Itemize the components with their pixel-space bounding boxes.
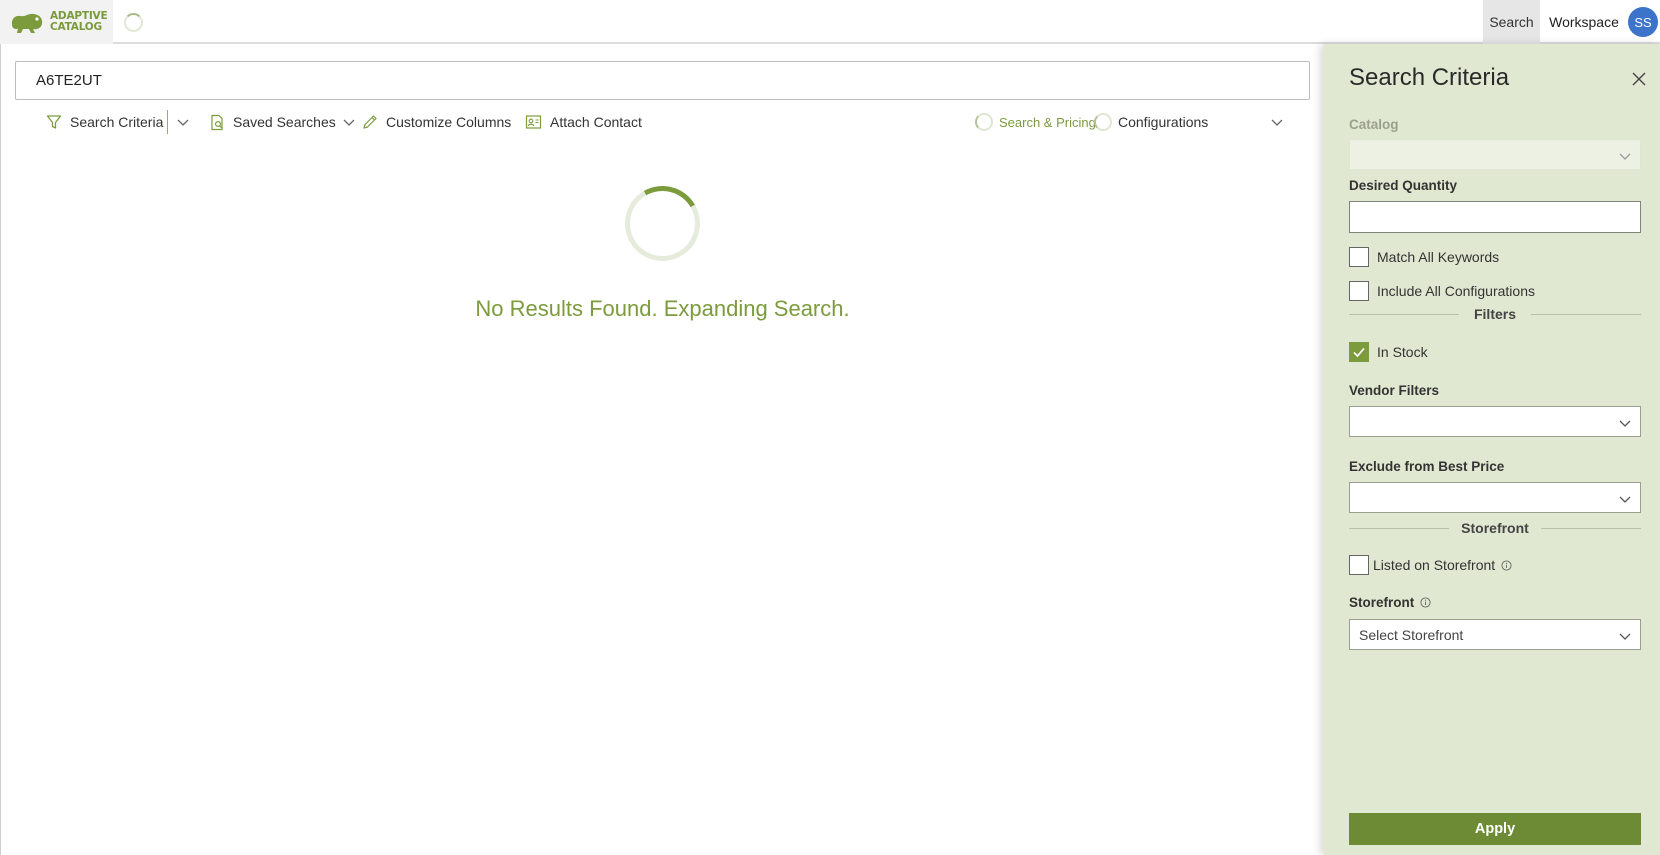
chevron-down-icon	[1619, 153, 1631, 160]
logo-line-2: CATALOG	[50, 21, 102, 33]
checkmark-icon	[1353, 347, 1365, 358]
toolbar-divider	[167, 110, 168, 134]
vendor-filters-label: Vendor Filters	[1349, 383, 1440, 398]
include-all-configurations-checkbox[interactable]	[1349, 281, 1369, 301]
pencil-icon	[363, 115, 377, 129]
search-pricing-label: Search & Pricing	[999, 114, 1096, 130]
include-all-configurations-option[interactable]: Include All Configurations	[1349, 281, 1535, 301]
close-icon	[1632, 72, 1646, 86]
results-status-message: No Results Found. Expanding Search.	[475, 296, 850, 321]
storefront-placeholder: Select Storefront	[1359, 626, 1464, 643]
storefront-select[interactable]: Select Storefront	[1349, 619, 1641, 650]
in-stock-label: In Stock	[1377, 344, 1428, 360]
saved-search-icon	[211, 114, 223, 130]
filters-section-title: Filters	[1473, 306, 1516, 322]
chevron-down-icon	[343, 119, 355, 126]
nav-search[interactable]: Search	[1483, 0, 1540, 44]
customize-columns-button[interactable]: Customize Columns	[362, 108, 511, 136]
listed-on-storefront-label: Listed on Storefront	[1373, 557, 1496, 573]
close-panel-button[interactable]	[1628, 68, 1650, 90]
storefront-section-header: Storefront	[1349, 520, 1641, 536]
search-criteria-button[interactable]: Search Criteria	[46, 108, 163, 136]
loading-spinner-icon	[975, 113, 993, 131]
in-stock-option[interactable]: In Stock	[1349, 342, 1428, 362]
nav-workspace[interactable]: Workspace	[1544, 0, 1624, 44]
results-loading-spinner-icon	[616, 177, 709, 270]
search-criteria-panel: Search Criteria Catalog Desired Quantity…	[1324, 44, 1660, 855]
search-toolbar: Search Criteria Saved Searches Customize…	[0, 108, 1310, 136]
app-logo[interactable]: ADAPTIVE CATALOG	[0, 0, 113, 44]
left-border	[0, 44, 1, 855]
exclude-best-price-dropdown[interactable]	[1349, 482, 1641, 513]
chevron-down-icon	[1271, 119, 1283, 126]
panel-title: Search Criteria	[1349, 64, 1510, 91]
attach-contact-label: Attach Contact	[550, 114, 642, 130]
chevron-down-icon	[1619, 420, 1631, 427]
info-icon[interactable]	[1501, 559, 1512, 571]
search-pricing-status[interactable]: Search & Pricing	[975, 108, 1096, 136]
match-all-keywords-checkbox[interactable]	[1349, 247, 1369, 267]
in-stock-checkbox[interactable]	[1349, 342, 1369, 362]
vendor-filters-dropdown[interactable]	[1349, 406, 1641, 437]
exclude-best-price-label: Exclude from Best Price	[1349, 459, 1505, 474]
chevron-down-icon	[1619, 633, 1631, 640]
top-bar: ADAPTIVE CATALOG Search Workspace SS	[0, 0, 1660, 44]
filters-section-header: Filters	[1349, 306, 1641, 322]
info-icon[interactable]	[1420, 597, 1431, 608]
catalog-label: Catalog	[1349, 117, 1399, 132]
saved-searches-button[interactable]: Saved Searches	[209, 108, 356, 136]
storefront-section-title: Storefront	[1461, 520, 1529, 536]
configurations-status[interactable]: Configurations	[1094, 108, 1208, 136]
search-input[interactable]	[15, 61, 1310, 100]
chevron-down-icon	[1619, 496, 1631, 503]
search-criteria-dropdown-button[interactable]	[176, 108, 198, 136]
storefront-label: Storefront	[1349, 595, 1415, 610]
storefront-label-row: Storefront	[1349, 595, 1431, 610]
apply-button[interactable]: Apply	[1349, 813, 1641, 845]
chameleon-logo-icon	[11, 13, 43, 34]
attach-contact-button[interactable]: Attach Contact	[525, 108, 642, 136]
listed-on-storefront-option[interactable]: Listed on Storefront	[1349, 555, 1512, 575]
contact-card-icon	[525, 115, 542, 129]
loading-spinner-icon	[124, 13, 143, 32]
listed-on-storefront-checkbox[interactable]	[1349, 555, 1369, 575]
saved-searches-label: Saved Searches	[233, 114, 336, 130]
catalog-dropdown[interactable]	[1349, 139, 1641, 170]
match-all-keywords-option[interactable]: Match All Keywords	[1349, 247, 1499, 267]
desired-quantity-input[interactable]	[1349, 201, 1641, 233]
loading-spinner-icon	[1094, 113, 1112, 131]
search-criteria-label: Search Criteria	[70, 114, 164, 130]
filter-icon	[46, 115, 62, 129]
match-all-keywords-label: Match All Keywords	[1377, 249, 1500, 265]
include-all-configurations-label: Include All Configurations	[1377, 283, 1535, 299]
configurations-label: Configurations	[1118, 114, 1209, 130]
chevron-down-icon	[177, 119, 189, 126]
customize-columns-label: Customize Columns	[386, 114, 512, 130]
user-avatar[interactable]: SS	[1628, 7, 1658, 37]
toolbar-expand-button[interactable]	[1270, 108, 1292, 136]
desired-quantity-label: Desired Quantity	[1349, 178, 1458, 193]
